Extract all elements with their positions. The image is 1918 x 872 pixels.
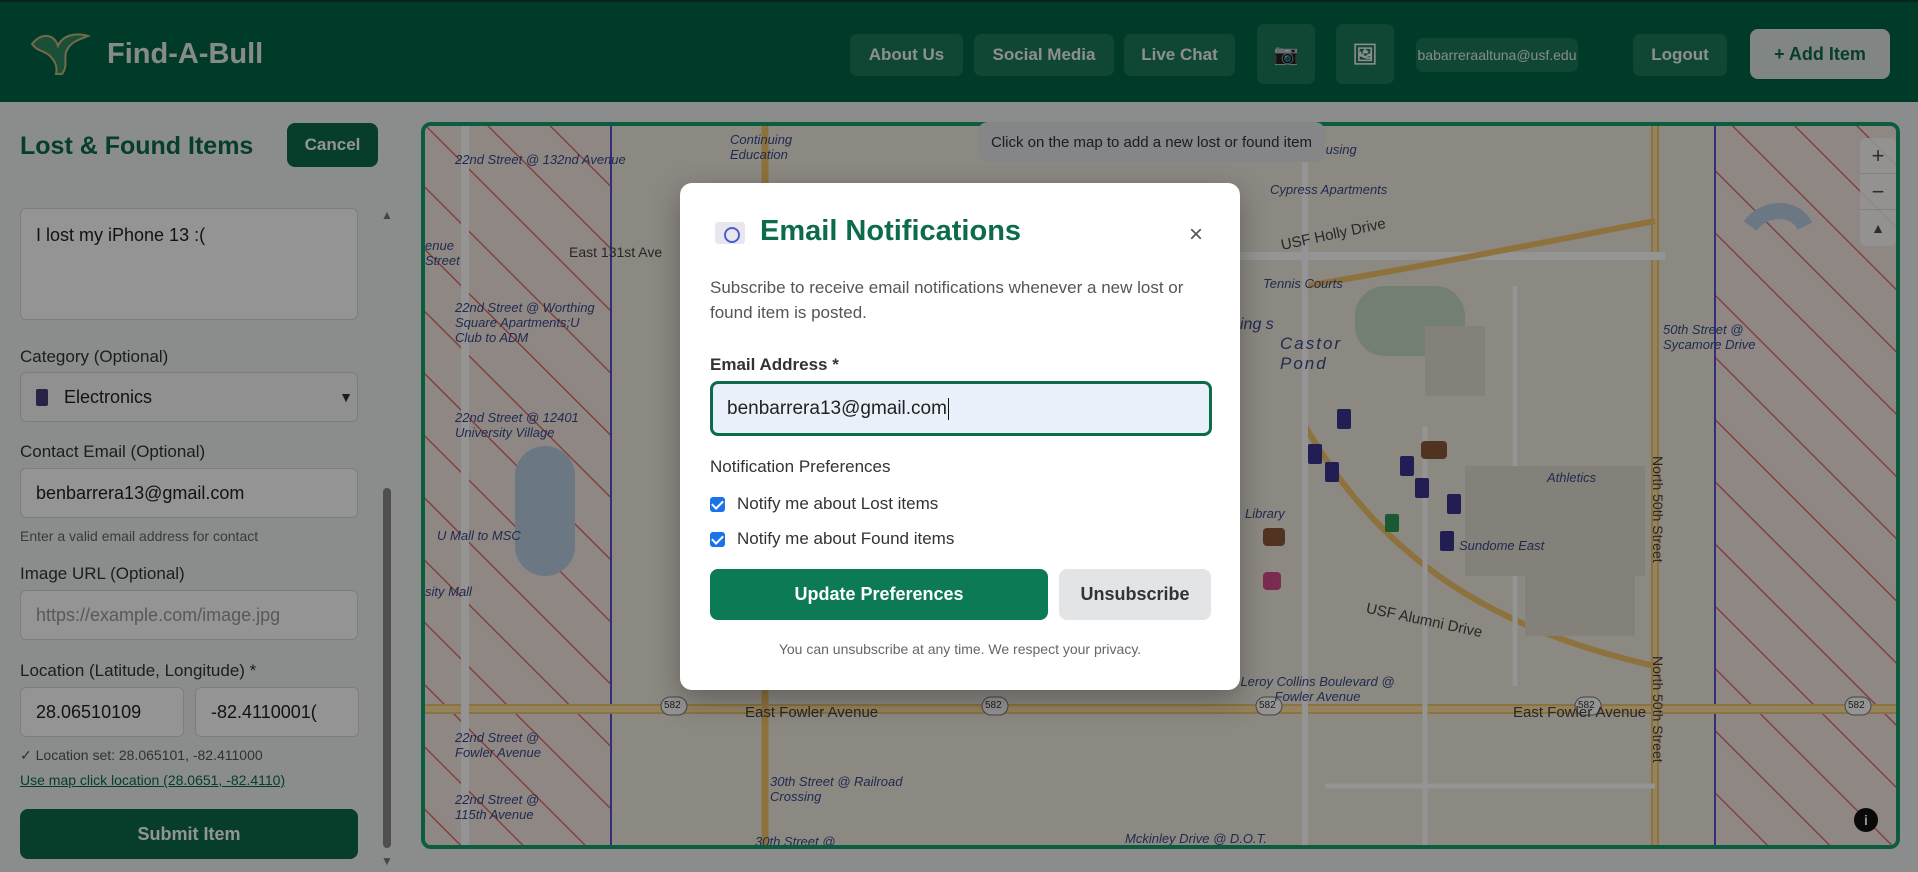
email-address-field[interactable]: benbarrera13@gmail.com	[710, 381, 1212, 436]
notify-found-option[interactable]: Notify me about Found items	[710, 529, 954, 549]
update-preferences-button[interactable]: Update Preferences	[710, 569, 1048, 620]
close-icon[interactable]: ×	[1189, 221, 1203, 249]
email-address-value: benbarrera13@gmail.com	[727, 397, 947, 419]
notify-lost-checkbox[interactable]	[710, 496, 725, 512]
email-notifications-modal: Email Notifications × Subscribe to recei…	[680, 183, 1240, 690]
privacy-note: You can unsubscribe at any time. We resp…	[778, 641, 1142, 657]
notify-found-label: Notify me about Found items	[737, 529, 955, 548]
email-address-label: Email Address *	[710, 355, 839, 374]
modal-title: Email Notifications	[760, 215, 1022, 247]
notify-lost-label: Notify me about Lost items	[737, 494, 939, 513]
text-caret	[947, 397, 949, 420]
email-icon	[715, 222, 745, 244]
unsubscribe-button[interactable]: Unsubscribe	[1059, 569, 1211, 620]
notify-lost-option[interactable]: Notify me about Lost items	[710, 494, 938, 514]
notify-found-checkbox[interactable]	[710, 531, 725, 547]
notification-preferences-label: Notification Preferences	[710, 457, 891, 476]
modal-description: Subscribe to receive email notifications…	[710, 278, 1184, 322]
